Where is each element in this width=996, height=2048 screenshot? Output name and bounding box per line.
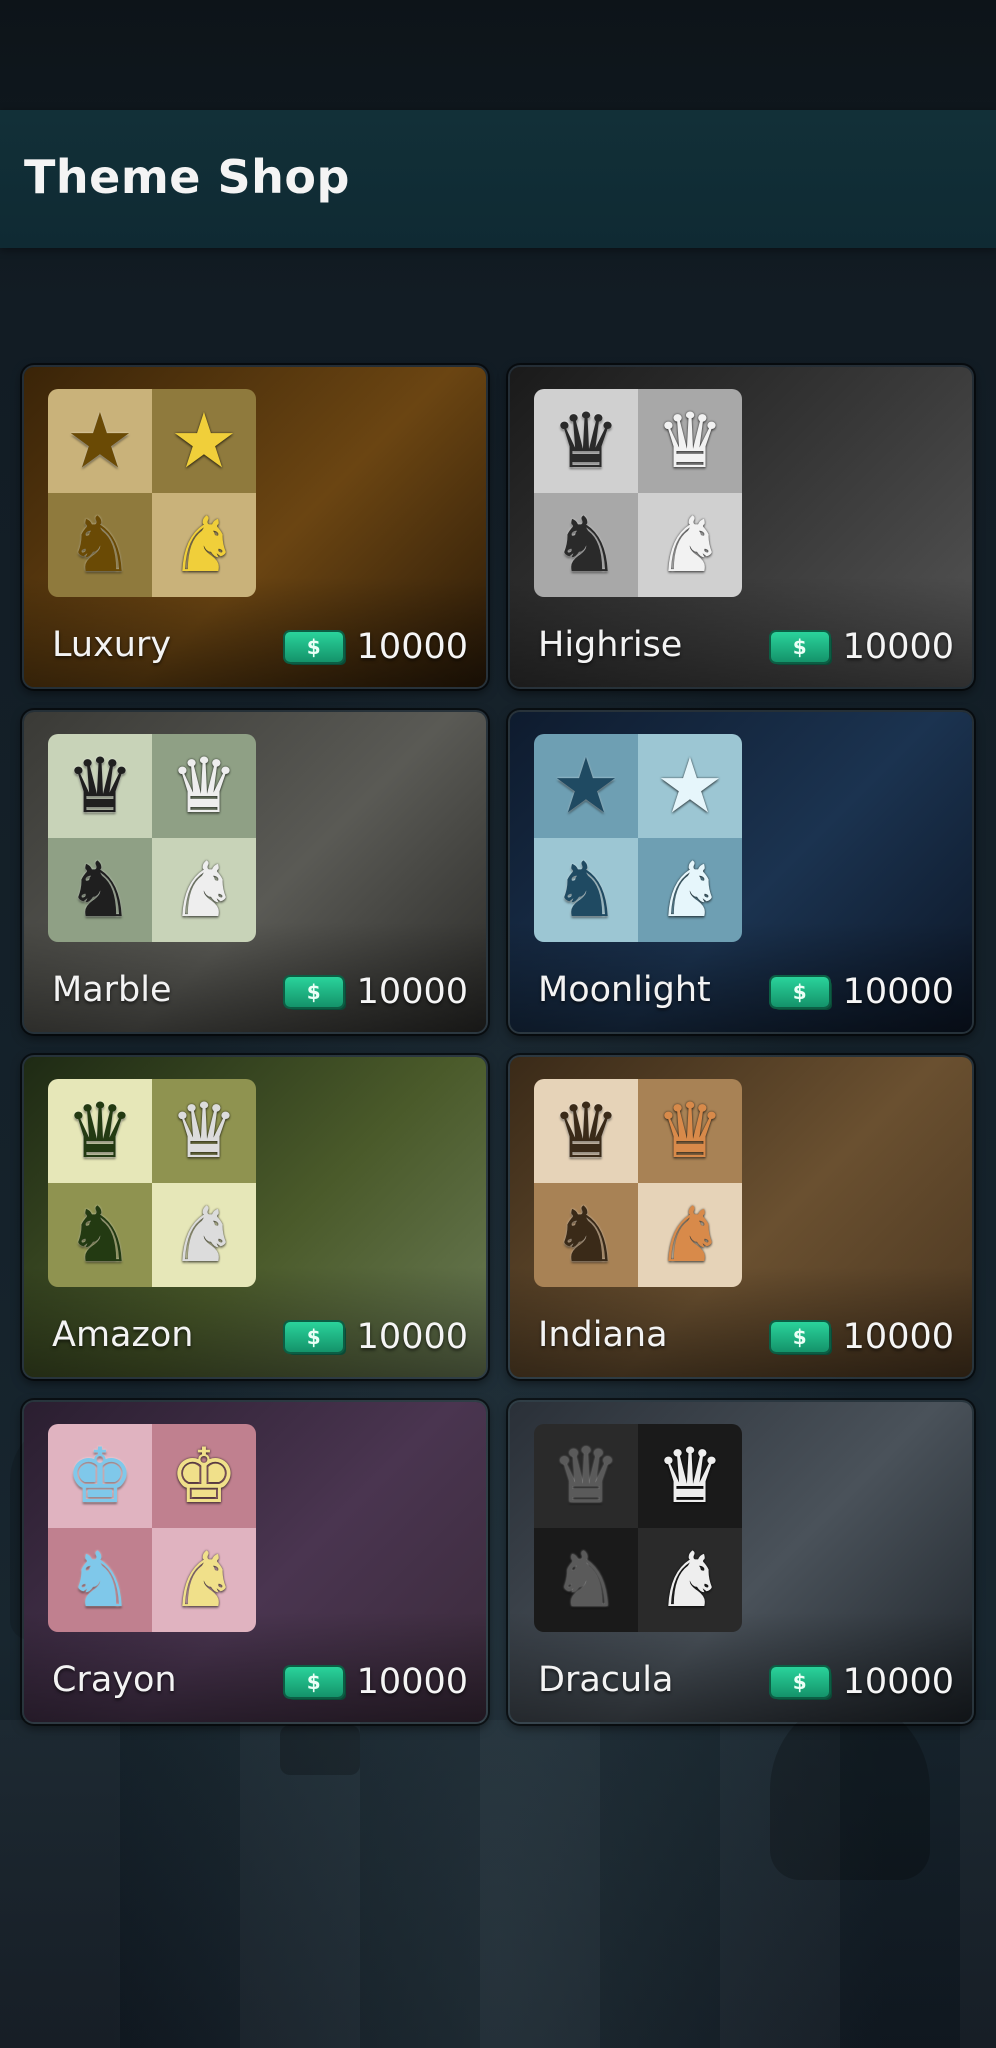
background-chess-piece (280, 1725, 360, 1775)
theme-price: $ 10000 (284, 627, 468, 667)
price-amount: 10000 (842, 1317, 954, 1357)
cash-icon: $ (284, 1322, 343, 1352)
price-amount: 10000 (356, 1662, 468, 1702)
cash-icon: $ (284, 632, 343, 662)
dark-knight-icon: ♞ (551, 1190, 621, 1279)
price-amount: 10000 (842, 972, 954, 1012)
dark-queen-icon: ♛ (551, 396, 621, 485)
light-king-icon: ♚ (169, 1431, 239, 1520)
dark-knight-icon: ♞ (65, 500, 135, 589)
cash-icon: $ (770, 1667, 829, 1697)
dark-queen-icon: ★ (65, 396, 135, 485)
theme-preview: ♛ ♛ ♞ ♞ (48, 1079, 256, 1287)
dark-knight-icon: ♞ (65, 1535, 135, 1624)
page-title: Theme Shop (24, 150, 350, 204)
theme-preview: ★ ★ ♞ ♞ (534, 734, 742, 942)
light-knight-icon: ♞ (169, 500, 239, 589)
light-queen-icon: ♛ (169, 1086, 239, 1175)
theme-price: $ 10000 (770, 1662, 954, 1702)
price-amount: 10000 (356, 972, 468, 1012)
theme-preview: ★ ★ ♞ ♞ (48, 389, 256, 597)
theme-name: Moonlight (538, 970, 711, 1010)
cash-icon: $ (770, 1322, 829, 1352)
light-queen-icon: ♛ (169, 741, 239, 830)
dark-queen-icon: ♛ (65, 741, 135, 830)
dark-king-icon: ♚ (65, 1431, 135, 1520)
theme-card-indiana[interactable]: ♛ ♛ ♞ ♞ Indiana $ 10000 (508, 1055, 974, 1379)
light-knight-icon: ♞ (655, 1190, 725, 1279)
theme-card-marble[interactable]: ♛ ♛ ♞ ♞ Marble $ 10000 (22, 710, 488, 1034)
theme-name: Amazon (52, 1315, 194, 1355)
dark-queen-icon: ♛ (551, 1431, 621, 1520)
theme-card-crayon[interactable]: ♚ ♚ ♞ ♞ Crayon $ 10000 (22, 1400, 488, 1724)
theme-preview: ♛ ♛ ♞ ♞ (534, 389, 742, 597)
light-knight-icon: ♞ (655, 845, 725, 934)
background-chess-piece (770, 1700, 930, 1880)
theme-price: $ 10000 (284, 1317, 468, 1357)
price-amount: 10000 (842, 1662, 954, 1702)
theme-price: $ 10000 (770, 972, 954, 1012)
light-knight-icon: ♞ (169, 1535, 239, 1624)
theme-name: Highrise (538, 625, 683, 665)
theme-price: $ 10000 (284, 972, 468, 1012)
header-bar: Theme Shop (0, 110, 996, 248)
dark-queen-icon: ♛ (65, 1086, 135, 1175)
theme-name: Indiana (538, 1315, 668, 1355)
theme-name: Marble (52, 970, 172, 1010)
theme-preview: ♚ ♚ ♞ ♞ (48, 1424, 256, 1632)
cash-icon: $ (284, 1667, 343, 1697)
theme-card-moonlight[interactable]: ★ ★ ♞ ♞ Moonlight $ 10000 (508, 710, 974, 1034)
dark-queen-icon: ★ (551, 741, 621, 830)
light-knight-icon: ♞ (169, 1190, 239, 1279)
theme-price: $ 10000 (770, 1317, 954, 1357)
light-queen-icon: ♛ (655, 1086, 725, 1175)
cash-icon: $ (770, 977, 829, 1007)
theme-card-highrise[interactable]: ♛ ♛ ♞ ♞ Highrise $ 10000 (508, 365, 974, 689)
light-queen-icon: ♛ (655, 396, 725, 485)
theme-price: $ 10000 (770, 627, 954, 667)
dark-knight-icon: ♞ (551, 500, 621, 589)
theme-name: Dracula (538, 1660, 674, 1700)
dark-knight-icon: ♞ (65, 1190, 135, 1279)
theme-name: Crayon (52, 1660, 177, 1700)
theme-price: $ 10000 (284, 1662, 468, 1702)
theme-preview: ♛ ♛ ♞ ♞ (534, 1079, 742, 1287)
light-knight-icon: ♞ (655, 500, 725, 589)
theme-preview: ♛ ♛ ♞ ♞ (48, 734, 256, 942)
light-queen-icon: ★ (655, 741, 725, 830)
theme-card-luxury[interactable]: ★ ★ ♞ ♞ Luxury $ 10000 (22, 365, 488, 689)
theme-preview: ♛ ♛ ♞ ♞ (534, 1424, 742, 1632)
light-knight-icon: ♞ (169, 845, 239, 934)
dark-knight-icon: ♞ (65, 845, 135, 934)
light-queen-icon: ♛ (655, 1431, 725, 1520)
theme-card-amazon[interactable]: ♛ ♛ ♞ ♞ Amazon $ 10000 (22, 1055, 488, 1379)
cash-icon: $ (770, 632, 829, 662)
light-knight-icon: ♞ (655, 1535, 725, 1624)
theme-name: Luxury (52, 625, 172, 665)
light-queen-icon: ★ (169, 396, 239, 485)
cash-icon: $ (284, 977, 343, 1007)
dark-knight-icon: ♞ (551, 845, 621, 934)
theme-card-dracula[interactable]: ♛ ♛ ♞ ♞ Dracula $ 10000 (508, 1400, 974, 1724)
dark-queen-icon: ♛ (551, 1086, 621, 1175)
price-amount: 10000 (842, 627, 954, 667)
price-amount: 10000 (356, 627, 468, 667)
dark-knight-icon: ♞ (551, 1535, 621, 1624)
price-amount: 10000 (356, 1317, 468, 1357)
